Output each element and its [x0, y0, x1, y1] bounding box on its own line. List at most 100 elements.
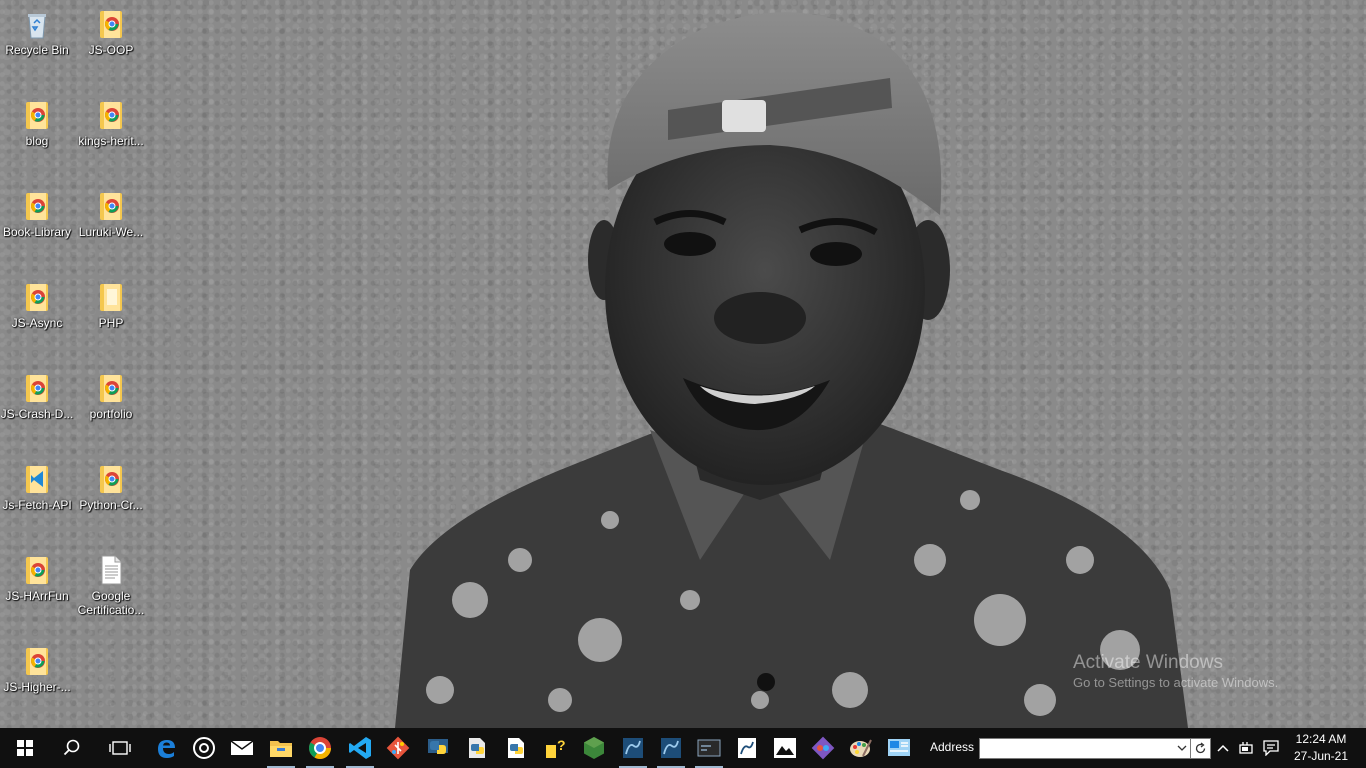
notification-icon [1263, 740, 1279, 756]
icon-label: Recycle Bin [5, 43, 69, 57]
desktop-icon-recycle-bin[interactable]: Recycle Bin [0, 0, 74, 90]
desktop-icon-js-fetch-api[interactable]: Js-Fetch-API [0, 455, 74, 545]
icon-label: Js-Fetch-API [2, 498, 72, 512]
chrome-folder-icon [100, 193, 122, 220]
icon-label: JS-OOP [88, 43, 134, 57]
desktop-icon-kings-heritage[interactable]: kings-herit... [74, 91, 148, 181]
icon-label: blog [25, 134, 49, 148]
chrome-folder-icon [100, 11, 122, 38]
action-center-button[interactable] [1259, 728, 1283, 768]
taskbar-app-python-idle[interactable] [418, 728, 458, 768]
taskbar-app-file-explorer[interactable] [261, 728, 301, 768]
address-bar [979, 738, 1191, 759]
taskbar-app-sql-doc[interactable] [727, 728, 767, 768]
watermark-title: Activate Windows [1073, 652, 1223, 673]
clock-date: 27-Jun-21 [1293, 749, 1349, 763]
svg-text:?: ? [557, 737, 566, 753]
desktop: Recycle Bin JS-OOP blog kings-herit... B… [0, 0, 1366, 728]
icon-label: portfolio [89, 407, 133, 421]
address-toolbar-label: Address [930, 740, 975, 754]
taskbar-app-python-launcher[interactable] [457, 728, 497, 768]
vscode-icon [349, 737, 371, 759]
icon-label: JS-HArrFun [5, 589, 69, 603]
paint-icon [850, 739, 872, 757]
desktop-icon-python-cr[interactable]: Python-Cr... [74, 455, 148, 545]
control-panel-icon [888, 739, 910, 756]
taskbar-app-groove[interactable] [184, 728, 224, 768]
nodejs-icon [584, 737, 604, 759]
edge-icon [158, 740, 175, 758]
watermark-subtitle: Go to Settings to activate Windows. [1073, 675, 1279, 690]
chrome-folder-icon [26, 375, 48, 402]
file-explorer-icon [270, 741, 292, 757]
icon-label: Luruki-We... [78, 225, 144, 239]
document-icon [101, 555, 122, 585]
desktop-icon-google-certification[interactable]: Google Certificatio... [74, 546, 148, 636]
taskbar-app-mysql-shell[interactable] [689, 728, 729, 768]
chrome-folder-icon [26, 557, 48, 584]
taskbar-app-mail[interactable] [222, 728, 262, 768]
mysql-workbench-icon [661, 738, 681, 758]
chrome-folder-icon [100, 102, 122, 129]
refresh-icon [1195, 742, 1206, 754]
groove-music-icon [193, 737, 215, 759]
icon-label: Google Certificatio... [77, 589, 145, 617]
taskbar-app-help[interactable]: ? [535, 728, 575, 768]
search-button[interactable] [52, 728, 92, 768]
clock-time: 12:24 AM [1295, 732, 1347, 746]
python-icon [428, 739, 448, 754]
icon-label: Book-Library [2, 225, 72, 239]
icon-label: JS-Async [11, 316, 63, 330]
wallpaper-portrait [395, 12, 1188, 728]
taskbar-app-git[interactable] [378, 728, 418, 768]
system-clock[interactable]: 12:24 AM 27-Jun-21 [1286, 731, 1356, 765]
address-input[interactable] [982, 740, 1172, 755]
taskbar-app-control-panel[interactable] [879, 728, 919, 768]
desktop-icon-js-async[interactable]: JS-Async [0, 273, 74, 363]
taskbar-app-python-docs[interactable] [496, 728, 536, 768]
desktop-icon-luruki-web[interactable]: Luruki-We... [74, 182, 148, 272]
desktop-icon-js-harrfun[interactable]: JS-HArrFun [0, 546, 74, 636]
power-tray-button[interactable] [1235, 728, 1257, 768]
search-icon [63, 739, 80, 756]
desktop-icon-js-crash-d[interactable]: JS-Crash-D... [0, 364, 74, 454]
folder-icon [100, 284, 122, 311]
chevron-down-icon[interactable] [1176, 741, 1188, 755]
icon-label: Python-Cr... [79, 498, 143, 512]
desktop-icon-php[interactable]: PHP [74, 273, 148, 363]
show-hidden-icons-button[interactable] [1212, 728, 1234, 768]
desktop-icon-js-oop[interactable]: JS-OOP [74, 0, 148, 90]
taskbar-app-mysql-workbench-2[interactable] [651, 728, 691, 768]
task-view-icon [109, 741, 131, 755]
taskbar-app-photos[interactable] [765, 728, 805, 768]
taskbar-app-vscode[interactable] [340, 728, 380, 768]
taskbar-app-edge[interactable] [146, 728, 186, 768]
desktop-icon-book-library[interactable]: Book-Library [0, 182, 74, 272]
python-file-icon [469, 738, 485, 758]
taskbar: ? Address 12:24 AM 27-Jun-21 [0, 728, 1366, 768]
task-view-button[interactable] [100, 728, 140, 768]
chrome-folder-icon [26, 102, 48, 129]
taskbar-app-git-gui[interactable] [803, 728, 843, 768]
desktop-icon-blog[interactable]: blog [0, 91, 74, 181]
git-icon [386, 736, 410, 760]
icon-label: kings-herit... [78, 134, 144, 148]
icon-label: PHP [98, 316, 124, 330]
taskbar-app-chrome[interactable] [300, 728, 340, 768]
desktop-icon-portfolio[interactable]: portfolio [74, 364, 148, 454]
address-go-button[interactable] [1190, 738, 1211, 759]
git-gui-icon [811, 736, 835, 760]
taskbar-app-nodejs[interactable] [574, 728, 614, 768]
help-icon: ? [546, 737, 566, 758]
desktop-icon-js-higher[interactable]: JS-Higher-... [0, 637, 74, 727]
activate-windows-watermark: Activate Windows Go to Settings to activ… [1073, 652, 1278, 692]
taskbar-app-paint[interactable] [841, 728, 881, 768]
start-button[interactable] [5, 728, 45, 768]
windows-start-icon [17, 740, 33, 756]
taskbar-app-mysql-workbench[interactable] [613, 728, 653, 768]
chrome-folder-icon [26, 193, 48, 220]
recycle-bin-icon [28, 14, 46, 39]
mysql-shell-icon [697, 739, 721, 757]
chrome-icon [309, 737, 331, 759]
chevron-up-icon [1217, 744, 1229, 752]
